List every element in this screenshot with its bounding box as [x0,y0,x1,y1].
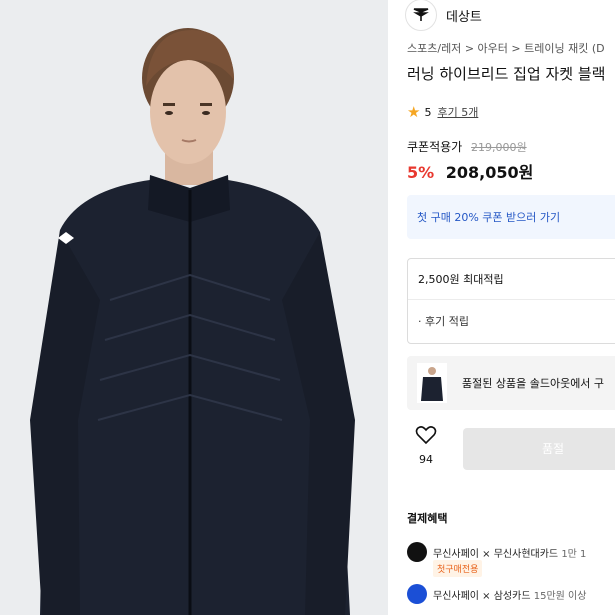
soldout-banner[interactable]: 품절된 상품을 솔드아웃에서 구 [407,356,615,410]
breadcrumb-item[interactable]: 트레이닝 재킷 (D [524,42,604,55]
payment-benefit-detail: 1만 1 [558,549,587,560]
breadcrumb-item[interactable]: 스포츠/레저 [407,42,461,55]
reviews-link[interactable]: 후기 5개 [437,104,478,120]
review-points[interactable]: · 후기 적립 [418,313,469,329]
payment-benefit-label: 무신사페이 × 무신사현대카드 [433,549,559,560]
points-box: 2,500원 최대적립 · 후기 적립 [407,258,615,344]
payment-benefit-row[interactable]: 무신사페이 × 무신사현대카드 1만 1 [407,542,586,562]
coupon-banner-text: 첫 구매 20% 쿠폰 받으러 가기 [417,211,561,224]
soldout-thumbnail [417,363,447,403]
rating-score: 5 [424,105,432,119]
musinsa-pay-icon [407,542,427,562]
breadcrumb-separator: > [464,42,475,55]
breadcrumb: 스포츠/레저 > 아우터 > 트레이닝 재킷 (D [407,40,605,56]
descente-logo-icon [405,0,437,31]
heart-icon [415,426,437,449]
rating: ★ 5 후기 5개 [407,103,478,121]
product-info-panel: 데상트 스포츠/레저 > 아우터 > 트레이닝 재킷 (D 러닝 하이브리드 집… [395,0,615,615]
brand-header[interactable]: 데상트 [405,0,482,31]
payment-benefit-row[interactable]: 무신사페이 × 삼성카드 15만원 이상 [407,584,586,604]
product-title: 러닝 하이브리드 집업 자켓 블랙 [407,65,606,83]
like-button[interactable]: 94 [407,425,445,473]
star-icon: ★ [407,103,421,121]
divider [408,299,615,300]
breadcrumb-item[interactable]: 아우터 [478,42,508,55]
sale-price: 208,050원 [445,163,534,182]
payment-benefit-detail: 15만원 이상 [530,591,587,602]
coupon-price-label: 쿠폰적용가 [407,140,463,154]
max-points: 2,500원 최대적립 [418,273,504,286]
payment-benefit-text: 무신사페이 × 무신사현대카드 1만 1 [433,545,586,560]
soldout-text: 품절된 상품을 솔드아웃에서 구 [462,377,605,390]
first-purchase-coupon-banner[interactable]: 첫 구매 20% 쿠폰 받으러 가기 [407,195,615,239]
breadcrumb-separator: > [511,42,521,55]
payment-benefit-text: 무신사페이 × 삼성카드 15만원 이상 [433,587,586,602]
buy-button[interactable]: 품절 [463,428,615,470]
brand-name[interactable]: 데상트 [446,6,482,25]
payment-benefit-label: 무신사페이 × 삼성카드 [433,591,531,602]
coupon-price-line: 쿠폰적용가 219,000원 [407,138,527,155]
like-count: 94 [419,453,433,466]
samsung-card-icon [407,584,427,604]
original-price: 219,000원 [471,141,527,154]
payment-benefits-title: 결제혜택 [407,512,448,525]
first-purchase-badge: 첫구매전용 [433,560,483,577]
discount-rate: 5% [407,163,435,182]
product-photo-illustration [0,0,388,615]
price-line: 5% 208,050원 [407,159,533,183]
product-image[interactable] [0,0,388,615]
